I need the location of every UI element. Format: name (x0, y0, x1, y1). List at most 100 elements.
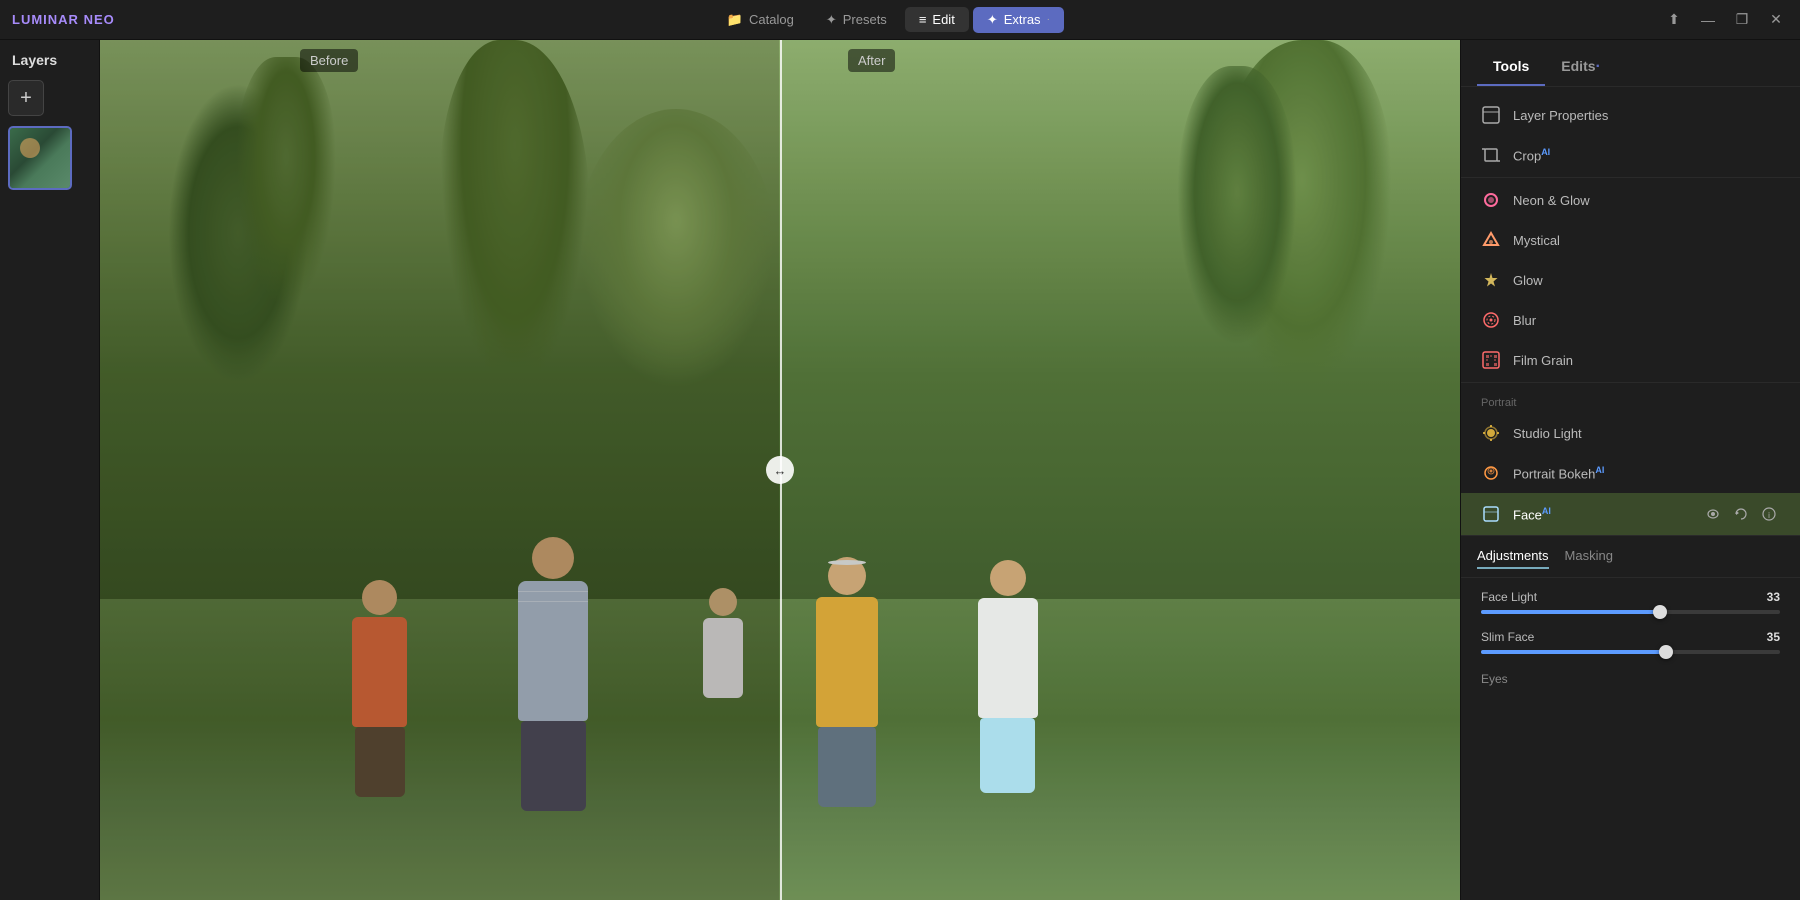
slim-face-track[interactable] (1481, 650, 1780, 654)
svg-text:i: i (1768, 511, 1770, 520)
tool-studio-light[interactable]: Studio Light (1461, 413, 1800, 453)
dad-shirt (518, 581, 588, 721)
person-mom (807, 557, 887, 797)
person-baby (698, 588, 748, 728)
shirt-stripe-1 (518, 591, 588, 592)
face-visibility-button[interactable] (1702, 503, 1724, 525)
face-tool-actions: i (1702, 503, 1780, 525)
face-adjustments-tab[interactable]: Adjustments (1477, 544, 1549, 569)
add-layer-button[interactable]: + (8, 80, 44, 116)
share-button[interactable]: ⬆ (1662, 8, 1686, 32)
tree-5 (576, 109, 776, 389)
tools-list: Layer Properties CropAI (1461, 87, 1800, 900)
portrait-bokeh-icon (1481, 463, 1501, 483)
presets-icon: ✦ (826, 12, 837, 28)
titlebar-nav: 📁 Catalog ✦ Presets ≡ Edit ✦ Extras · (713, 7, 1064, 33)
slim-face-header: Slim Face 35 (1481, 630, 1780, 644)
presets-label: Presets (843, 12, 887, 27)
canvas-area[interactable]: Before After (100, 40, 1460, 900)
blur-icon (1481, 310, 1501, 330)
film-grain-label: Film Grain (1513, 353, 1780, 368)
edit-label: Edit (932, 12, 954, 27)
face-light-fill (1481, 610, 1660, 614)
app-logo: LUMINAR NEO (12, 12, 115, 27)
tool-layer-properties[interactable]: Layer Properties (1461, 95, 1800, 135)
slim-face-thumb[interactable] (1659, 645, 1673, 659)
panel-tabs: Tools Edits· (1461, 40, 1800, 87)
tool-glow[interactable]: Glow (1461, 260, 1800, 300)
main-area: Layers + Before After (0, 40, 1800, 900)
edit-button[interactable]: ≡ Edit (905, 7, 969, 32)
extras-button[interactable]: ✦ Extras · (973, 7, 1064, 33)
layer-thumb-preview (10, 128, 70, 188)
mystical-icon (1481, 230, 1501, 250)
tool-blur[interactable]: Blur (1461, 300, 1800, 340)
portrait-bokeh-label: Portrait BokehAI (1513, 465, 1780, 481)
tab-tools[interactable]: Tools (1477, 50, 1545, 86)
edits-dot: · (1596, 58, 1601, 75)
close-button[interactable]: ✕ (1764, 8, 1788, 32)
person-boy (345, 580, 415, 780)
right-panel: Tools Edits· Layer Properties (1460, 40, 1800, 900)
tool-portrait-bokeh[interactable]: Portrait BokehAI (1461, 453, 1800, 493)
tool-mystical[interactable]: Mystical (1461, 220, 1800, 260)
girl-shorts (980, 718, 1035, 793)
neon-icon (1481, 190, 1501, 210)
tool-crop[interactable]: CropAI (1461, 135, 1800, 175)
tree-4 (1177, 66, 1297, 346)
layer-thumbnail[interactable] (8, 126, 72, 190)
face-reset-button[interactable] (1730, 503, 1752, 525)
minimize-button[interactable]: — (1696, 8, 1720, 32)
maximize-button[interactable]: ❐ (1730, 8, 1754, 32)
blur-label: Blur (1513, 313, 1780, 328)
crop-label: CropAI (1513, 147, 1780, 163)
dad-head (532, 537, 574, 579)
baby-head (709, 588, 737, 616)
film-grain-icon (1481, 350, 1501, 370)
separator-2 (1461, 382, 1800, 383)
window-controls: ⬆ — ❐ ✕ (1662, 8, 1788, 32)
eyes-label: Eyes (1481, 672, 1508, 686)
mom-head (828, 557, 866, 595)
face-light-label: Face Light (1481, 590, 1537, 604)
glow-icon (1481, 270, 1501, 290)
titlebar: LUMINAR NEO 📁 Catalog ✦ Presets ≡ Edit ✦… (0, 0, 1800, 40)
face-light-track[interactable] (1481, 610, 1780, 614)
face-masking-tab[interactable]: Masking (1565, 544, 1613, 569)
layers-icon (1481, 105, 1501, 125)
mom-headband (828, 560, 866, 565)
girl-head (990, 560, 1026, 596)
split-handle[interactable]: ↔ (766, 456, 794, 484)
catalog-label: Catalog (749, 12, 794, 27)
face-tabs: Adjustments Masking (1461, 536, 1800, 578)
face-light-value: 33 (1767, 590, 1780, 604)
app-name-accent: NEO (84, 12, 115, 27)
boy-pants (355, 727, 405, 797)
tab-edits[interactable]: Edits· (1545, 50, 1617, 86)
boy-shirt (352, 617, 407, 727)
presets-button[interactable]: ✦ Presets (812, 7, 901, 33)
face-light-thumb[interactable] (1653, 605, 1667, 619)
slim-face-label: Slim Face (1481, 630, 1534, 644)
catalog-icon: 📁 (727, 12, 743, 28)
tree-6 (440, 40, 590, 390)
extras-icon: ✦ (987, 12, 998, 28)
extras-label: Extras (1004, 12, 1041, 27)
mom-shirt (816, 597, 878, 727)
neon-glow-label: Neon & Glow (1513, 193, 1780, 208)
tree-2 (236, 57, 336, 307)
tool-face[interactable]: FaceAI (1461, 493, 1800, 535)
face-light-slider-row: Face Light 33 (1481, 590, 1780, 614)
edit-icon: ≡ (919, 12, 927, 27)
person-girl (970, 560, 1045, 780)
catalog-button[interactable]: 📁 Catalog (713, 7, 808, 33)
separator-1 (1461, 177, 1800, 178)
baby-body (703, 618, 743, 698)
face-tool-icon (1481, 504, 1501, 524)
layers-panel: Layers + (0, 40, 100, 900)
tool-film-grain[interactable]: Film Grain (1461, 340, 1800, 380)
edits-label: Edits (1561, 58, 1595, 74)
slim-face-slider-row: Slim Face 35 (1481, 630, 1780, 654)
tool-neon-glow[interactable]: Neon & Glow (1461, 180, 1800, 220)
face-info-button[interactable]: i (1758, 503, 1780, 525)
